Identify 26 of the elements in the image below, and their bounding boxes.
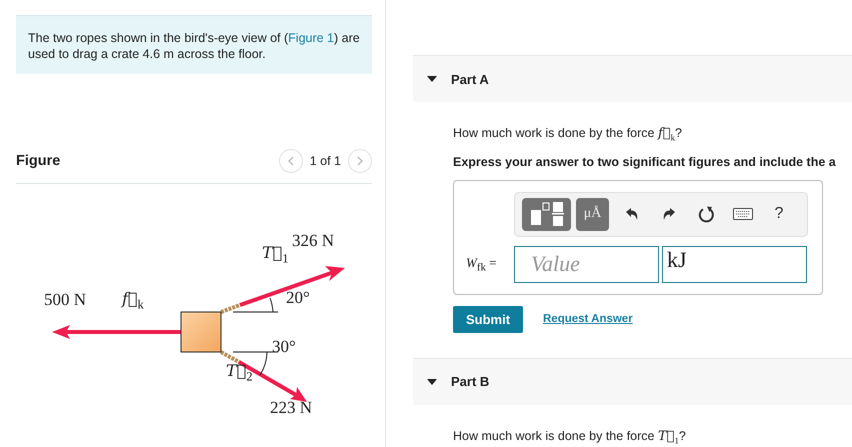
value-field[interactable]: Value (514, 246, 659, 282)
variable-label: W$_{fk}$ = (466, 254, 498, 274)
submit-button[interactable]: Submit (453, 306, 523, 332)
vector-label: T⃗$_{2}$ (226, 360, 253, 386)
part-title: Part A (451, 72, 489, 86)
question-text: How much work is done by the force f⃗$_{k}$? (453, 125, 683, 144)
figure-heading: Figure (16, 153, 60, 169)
angle-label: 30° (272, 337, 296, 357)
problem-statement: The two ropes shown in the bird's-eye view of (Figure 1) are used to drag a crate 4.6 m across the floor. (16, 15, 372, 74)
figure-link[interactable]: Figure 1 (288, 31, 334, 45)
page-counter: 1 of 1 (310, 154, 341, 168)
help-button[interactable]: ? (769, 203, 789, 225)
unit-field[interactable]: kJ (662, 246, 807, 282)
question-text: How much work is done by the force T⃗$_{1}$? (453, 428, 687, 447)
angle-label: 20° (286, 288, 310, 308)
units-button[interactable]: μÅ (576, 198, 609, 230)
part-title: Part B (451, 374, 490, 389)
vector-label: T⃗$_{1}$ (262, 242, 289, 268)
magnitude-label: 326 N (292, 231, 334, 251)
instructions-text: Express your answer to two significant figures and include the a (453, 154, 837, 168)
vector-label: f⃗$_{k}$ (122, 288, 144, 314)
magnitude-label: 500 N (44, 290, 86, 310)
part-header[interactable]: Part B (413, 358, 852, 404)
magnitude-label: 223 N (270, 398, 312, 418)
request-answer-link[interactable]: Request Answer (543, 313, 633, 325)
part-header[interactable]: Part A (413, 55, 852, 102)
